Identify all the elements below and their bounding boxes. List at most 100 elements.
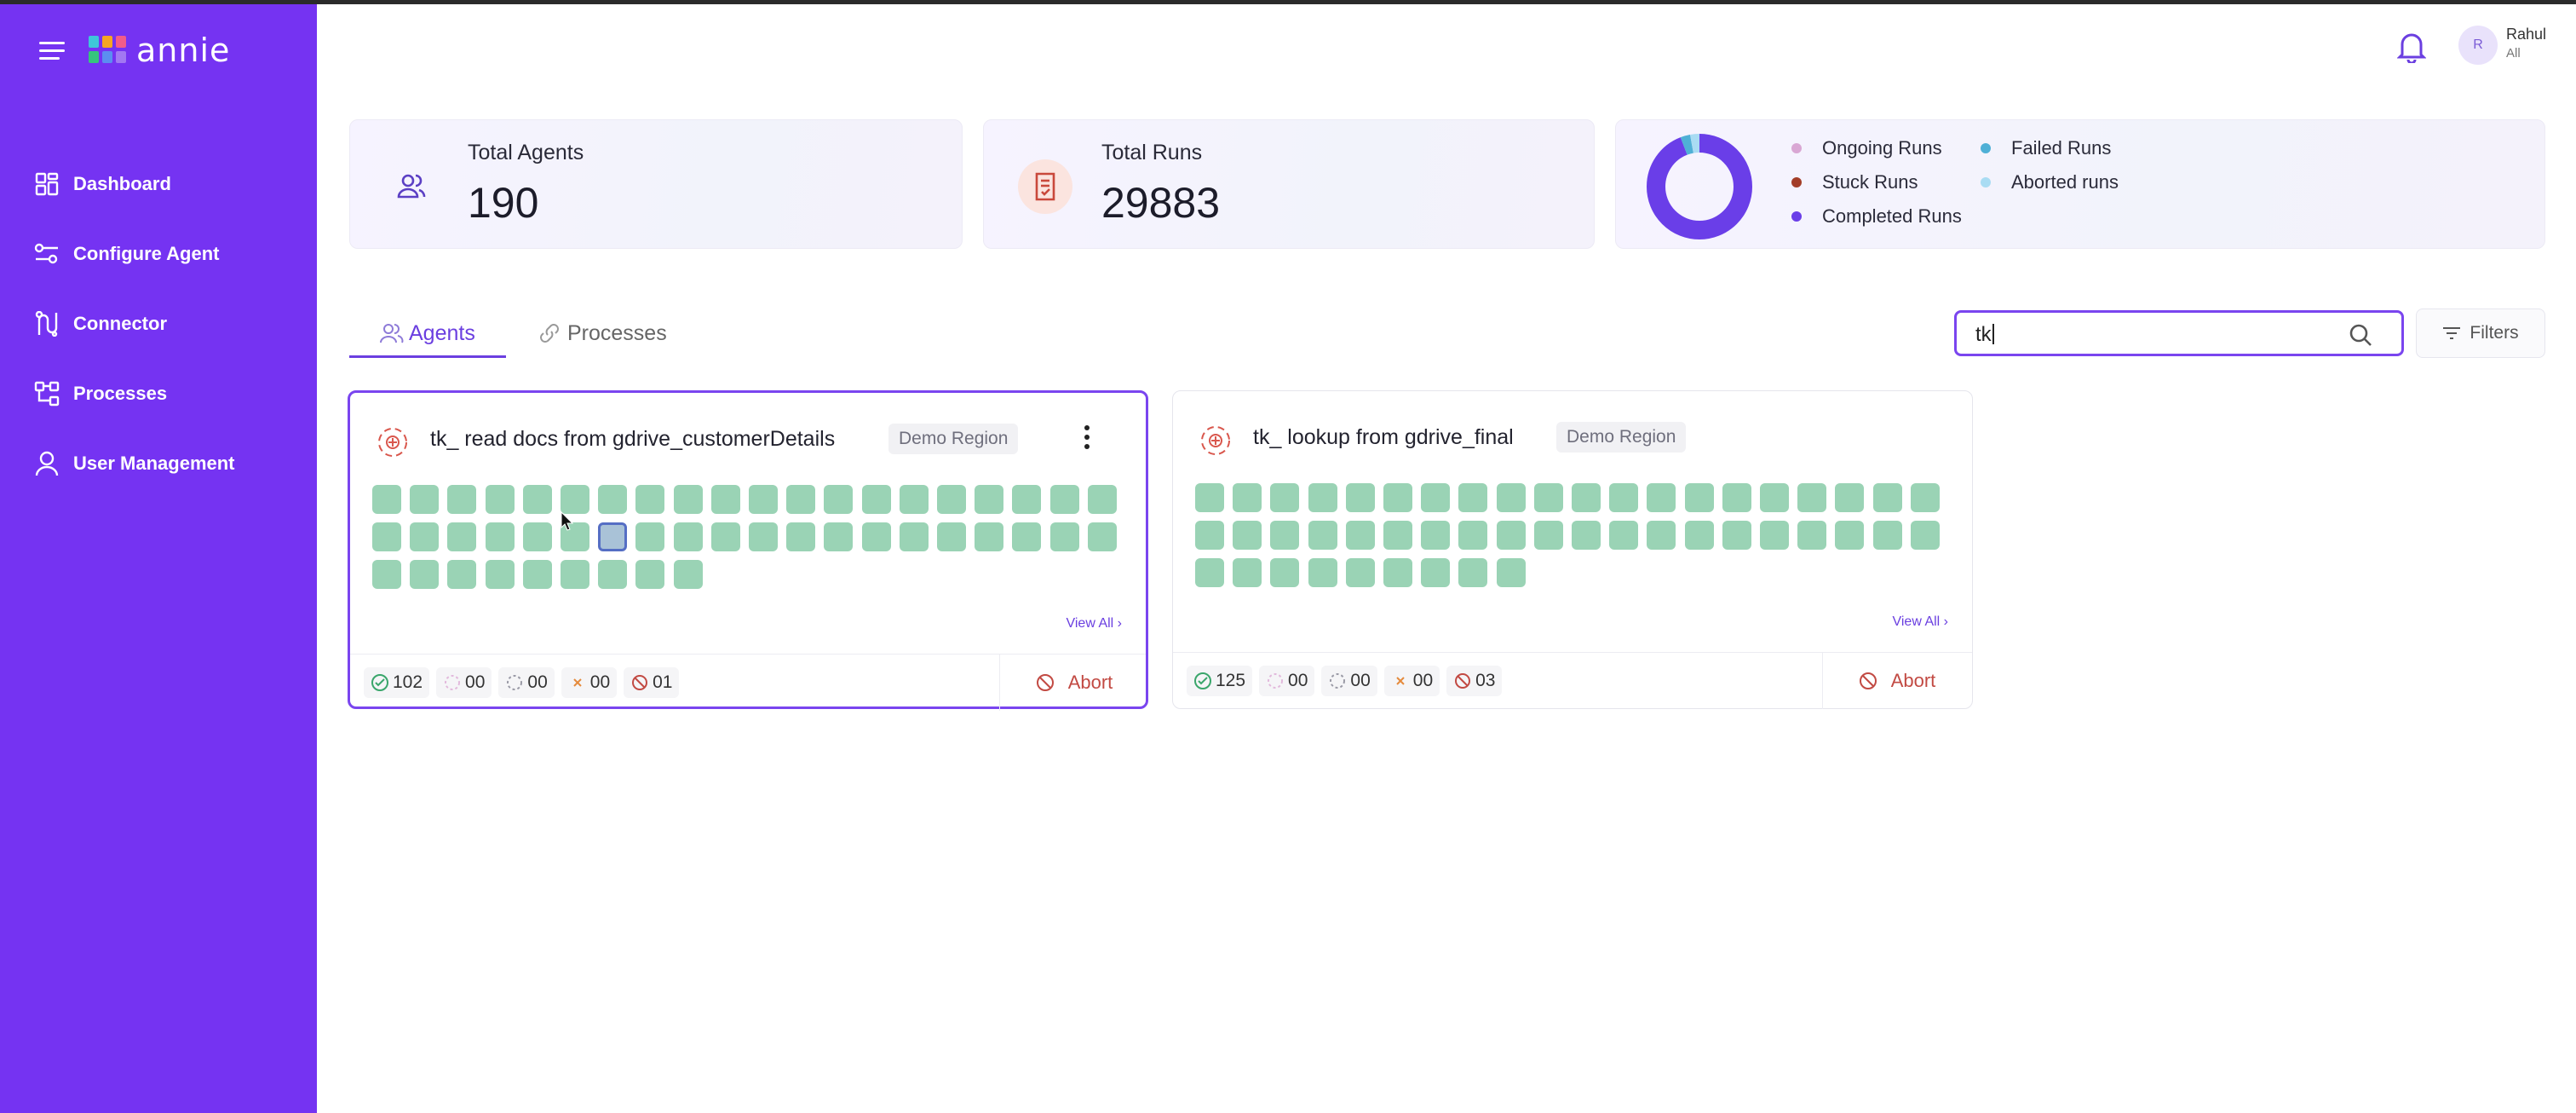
run-status-square[interactable] [1534, 521, 1563, 550]
run-status-square[interactable] [1383, 483, 1412, 512]
run-status-square[interactable] [1383, 521, 1412, 550]
run-status-square[interactable] [561, 485, 589, 514]
run-status-square[interactable] [1873, 483, 1902, 512]
run-status-square[interactable] [824, 485, 853, 514]
run-status-square[interactable] [1835, 521, 1864, 550]
run-status-square[interactable] [523, 560, 552, 589]
run-status-square[interactable] [1797, 483, 1826, 512]
run-status-square[interactable] [523, 485, 552, 514]
run-status-square[interactable] [1308, 483, 1337, 512]
tab-processes[interactable]: Processes [538, 309, 667, 358]
run-status-square[interactable] [1609, 521, 1638, 550]
run-status-square[interactable] [1195, 521, 1224, 550]
run-status-square[interactable] [1050, 522, 1079, 551]
run-status-square[interactable] [1270, 483, 1299, 512]
run-status-square[interactable] [1346, 483, 1375, 512]
run-status-square[interactable] [598, 560, 627, 589]
run-status-square[interactable] [711, 485, 740, 514]
run-status-square[interactable] [1012, 485, 1041, 514]
run-status-square[interactable] [372, 485, 401, 514]
sidebar-item-processes[interactable]: Processes [0, 359, 317, 429]
run-status-square[interactable] [447, 560, 476, 589]
view-all-link[interactable]: View All › [1066, 616, 1122, 631]
run-status-square[interactable] [1458, 483, 1487, 512]
run-status-square[interactable] [862, 522, 891, 551]
run-status-square[interactable] [1421, 558, 1450, 587]
run-status-square[interactable] [937, 522, 966, 551]
run-status-square[interactable] [1685, 521, 1714, 550]
run-status-square[interactable] [749, 485, 778, 514]
abort-button[interactable]: Abort [999, 655, 1148, 711]
run-status-square[interactable] [1835, 483, 1864, 512]
run-status-square[interactable] [486, 522, 515, 551]
run-status-square[interactable] [1421, 521, 1450, 550]
run-status-square[interactable] [635, 522, 664, 551]
run-status-square[interactable] [900, 485, 929, 514]
notification-bell-icon[interactable] [2396, 29, 2427, 65]
run-status-square[interactable] [824, 522, 853, 551]
run-status-square[interactable] [786, 485, 815, 514]
run-status-square[interactable] [1088, 485, 1117, 514]
run-status-square[interactable] [410, 485, 439, 514]
run-status-square[interactable] [561, 560, 589, 589]
run-status-square[interactable] [598, 522, 627, 551]
more-options-icon[interactable] [1084, 425, 1091, 451]
run-status-square[interactable] [1233, 521, 1262, 550]
sidebar-item-configure-agent[interactable]: Configure Agent [0, 219, 317, 289]
run-status-square[interactable] [1233, 483, 1262, 512]
search-icon[interactable] [2349, 323, 2372, 347]
run-status-square[interactable] [975, 522, 1003, 551]
abort-button[interactable]: Abort [1822, 653, 1971, 709]
run-status-square[interactable] [1760, 483, 1789, 512]
run-status-square[interactable] [410, 560, 439, 589]
run-status-square[interactable] [598, 485, 627, 514]
run-status-square[interactable] [1088, 522, 1117, 551]
run-status-square[interactable] [635, 560, 664, 589]
run-status-square[interactable] [1722, 521, 1751, 550]
agent-card[interactable]: tk_ lookup from gdrive_final Demo Region… [1172, 390, 1973, 709]
run-status-square[interactable] [1609, 483, 1638, 512]
run-status-square[interactable] [1383, 558, 1412, 587]
run-status-square[interactable] [1270, 558, 1299, 587]
run-status-square[interactable] [1873, 521, 1902, 550]
run-status-square[interactable] [862, 485, 891, 514]
run-status-square[interactable] [674, 485, 703, 514]
run-status-square[interactable] [1346, 558, 1375, 587]
run-status-square[interactable] [372, 560, 401, 589]
run-status-square[interactable] [410, 522, 439, 551]
run-status-square[interactable] [1308, 558, 1337, 587]
run-status-square[interactable] [447, 522, 476, 551]
run-status-square[interactable] [1647, 483, 1676, 512]
run-status-square[interactable] [1911, 483, 1940, 512]
run-status-square[interactable] [1760, 521, 1789, 550]
run-status-square[interactable] [1647, 521, 1676, 550]
run-status-square[interactable] [674, 522, 703, 551]
run-status-square[interactable] [1050, 485, 1079, 514]
run-status-square[interactable] [1012, 522, 1041, 551]
run-status-square[interactable] [1346, 521, 1375, 550]
avatar[interactable]: R [2458, 26, 2498, 65]
run-status-square[interactable] [1195, 483, 1224, 512]
sidebar-item-connector[interactable]: Connector [0, 289, 317, 359]
sidebar-item-dashboard[interactable]: Dashboard [0, 149, 317, 219]
run-status-square[interactable] [674, 560, 703, 589]
run-status-square[interactable] [1308, 521, 1337, 550]
run-status-square[interactable] [1458, 558, 1487, 587]
view-all-link[interactable]: View All › [1892, 614, 1948, 630]
agent-card[interactable]: tk_ read docs from gdrive_customerDetail… [348, 390, 1148, 711]
run-status-square[interactable] [1797, 521, 1826, 550]
filters-button[interactable]: Filters [2416, 309, 2545, 358]
run-status-square[interactable] [711, 522, 740, 551]
run-status-square[interactable] [486, 485, 515, 514]
tab-agents[interactable]: Agents [380, 309, 475, 358]
run-status-square[interactable] [1911, 521, 1940, 550]
run-status-square[interactable] [900, 522, 929, 551]
run-status-square[interactable] [486, 560, 515, 589]
run-status-square[interactable] [975, 485, 1003, 514]
run-status-square[interactable] [1497, 558, 1526, 587]
run-status-square[interactable] [1270, 521, 1299, 550]
run-status-square[interactable] [1458, 521, 1487, 550]
run-status-square[interactable] [1233, 558, 1262, 587]
menu-icon[interactable] [39, 42, 65, 61]
run-status-square[interactable] [1572, 483, 1601, 512]
